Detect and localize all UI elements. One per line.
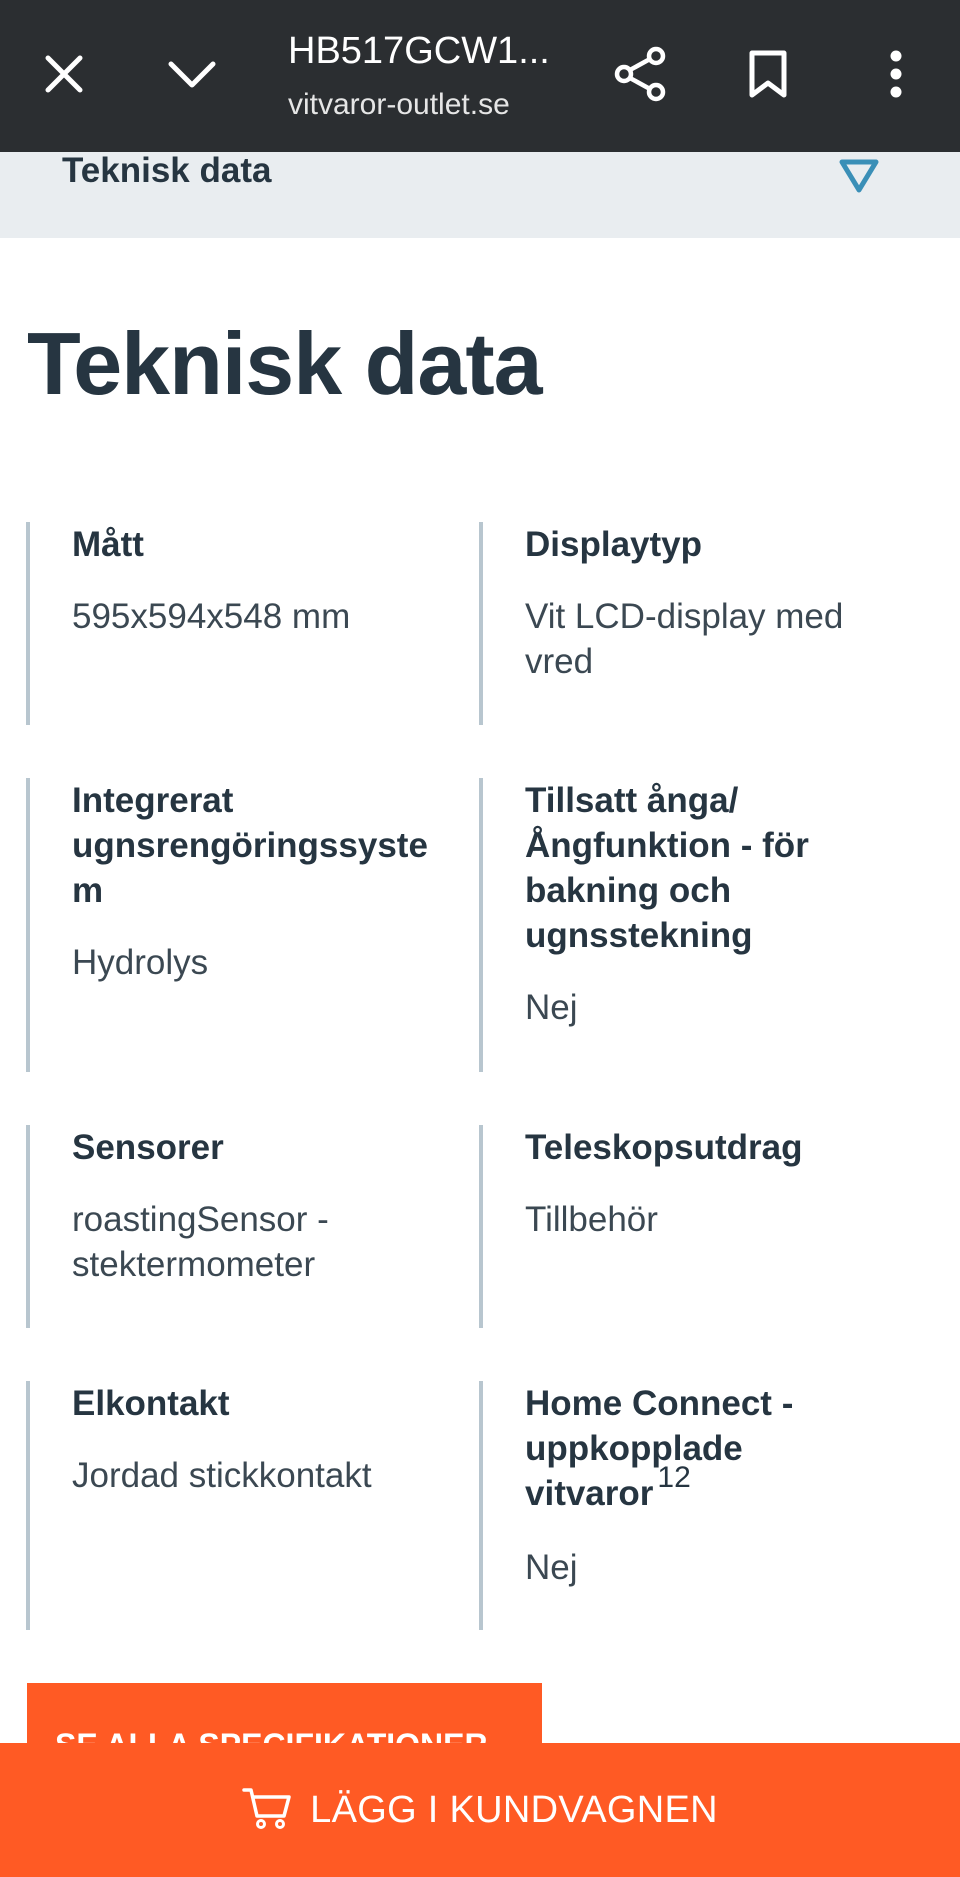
see-all-specs-button[interactable]: SE ALLA SPECIFIKATIONER — [27, 1683, 542, 1743]
spec-value: Nej — [525, 988, 578, 1027]
footnote-superscript[interactable]: 12 — [657, 1461, 690, 1494]
spec-value: Jordad stickkontakt — [72, 1456, 372, 1495]
spec-item: Tillsatt ånga/ Ångfunktion - för bakning… — [479, 778, 899, 1072]
chevron-down-icon[interactable] — [156, 38, 228, 110]
spec-item: Teleskopsutdrag Tillbehör — [479, 1125, 899, 1328]
add-to-cart-label: LÄGG I KUNDVAGNEN — [310, 1788, 718, 1831]
see-all-label: SE ALLA SPECIFIKATIONER — [55, 1727, 488, 1743]
page-title: Teknisk data — [27, 314, 543, 413]
teknisk-data-accordion[interactable]: Teknisk data — [0, 152, 960, 238]
spec-label: Elkontakt — [72, 1384, 230, 1423]
browser-toolbar: HB517GCW1... vitvaror-outlet.se — [0, 0, 960, 152]
spec-value: roastingSensor - stektermometer — [72, 1200, 329, 1284]
close-icon[interactable] — [28, 38, 100, 110]
spec-item: Integrerat ugnsrengöringssyste m Hydroly… — [26, 778, 446, 1072]
spec-label: Tillsatt ånga/ Ångfunktion - för bakning… — [525, 781, 809, 955]
spec-label: Displaytyp — [525, 525, 702, 564]
spec-label: Mått — [72, 525, 144, 564]
spec-label: Integrerat ugnsrengöringssyste m — [72, 781, 428, 910]
page-title-text: HB517GCW1... — [288, 30, 550, 72]
cart-icon — [242, 1786, 292, 1835]
spec-label: Sensorer — [72, 1128, 224, 1167]
spec-label: Home Connect - uppkopplade vitvaror 12 — [525, 1381, 899, 1518]
spec-value: 595x594x548 mm — [72, 597, 351, 636]
spec-item: Displaytyp Vit LCD-display med vred — [479, 522, 899, 725]
spec-item: Elkontakt Jordad stickkontakt — [26, 1381, 446, 1630]
spec-item: Sensorer roastingSensor - stektermometer — [26, 1125, 446, 1328]
spec-item: Home Connect - uppkopplade vitvaror 12 Ne… — [479, 1381, 899, 1630]
more-vertical-icon[interactable] — [860, 38, 932, 110]
share-icon[interactable] — [604, 38, 676, 110]
spec-value: Nej — [525, 1548, 578, 1587]
spec-item: Mått 595x594x548 mm — [26, 522, 446, 725]
bookmark-icon[interactable] — [732, 38, 804, 110]
spec-value: Hydrolys — [72, 943, 209, 982]
triangle-down-icon — [838, 158, 880, 194]
accordion-label: Teknisk data — [62, 151, 272, 190]
page-url: vitvaror-outlet.se — [288, 88, 510, 121]
spec-value: Tillbehör — [525, 1200, 658, 1239]
add-to-cart-button[interactable]: LÄGG I KUNDVAGNEN — [0, 1743, 960, 1877]
spec-value: Vit LCD-display med vred — [525, 597, 844, 681]
spec-label: Teleskopsutdrag — [525, 1128, 803, 1167]
